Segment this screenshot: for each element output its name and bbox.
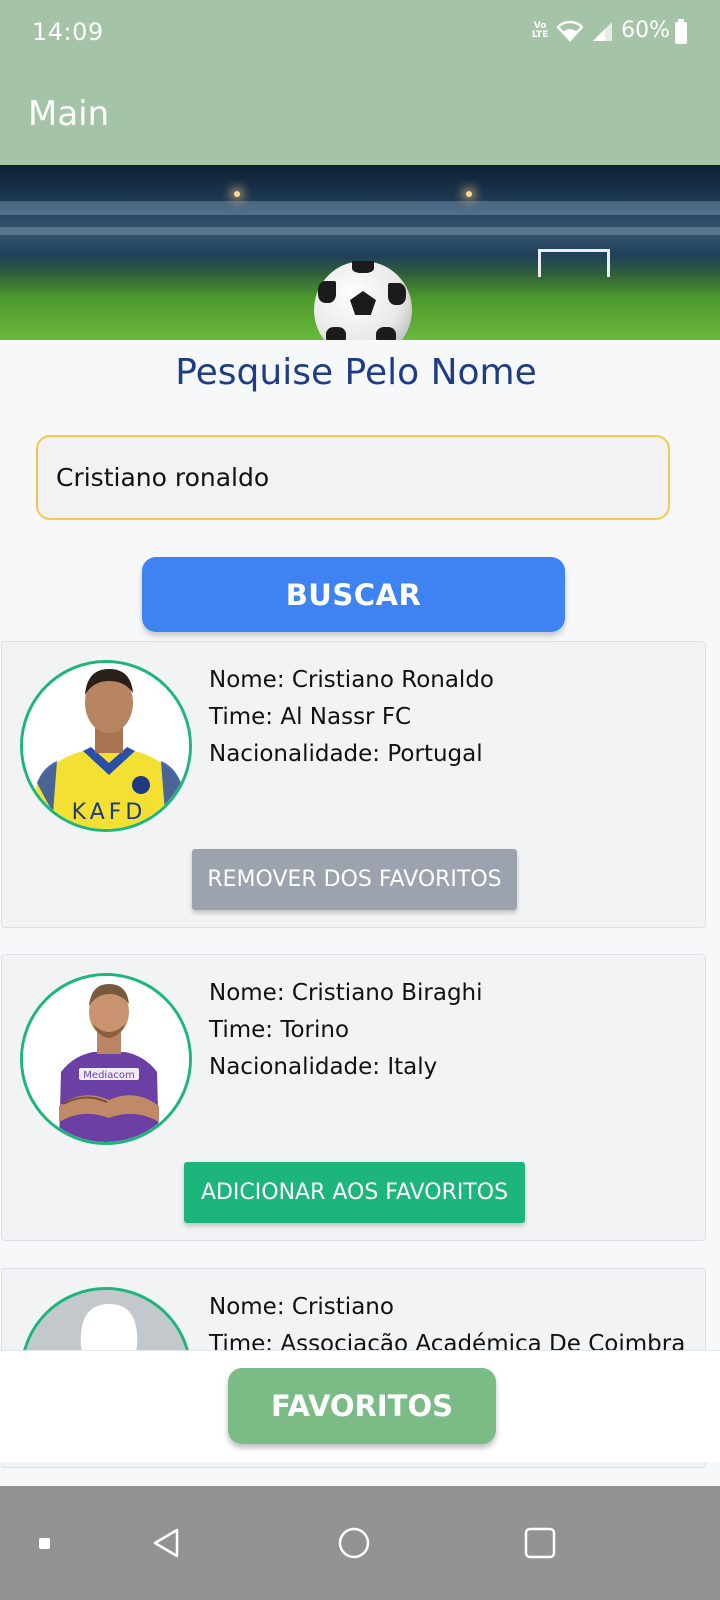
player-nationality: Nacionalidade: Portugal	[209, 741, 483, 767]
stadium-light	[234, 191, 240, 197]
player-name: Nome: Cristiano	[209, 1294, 394, 1320]
stadium-stands	[0, 201, 720, 215]
favorites-button[interactable]: FAVORITOS	[228, 1368, 496, 1444]
nav-overview-icon[interactable]	[512, 1486, 568, 1600]
remove-favorite-button[interactable]: REMOVER DOS FAVORITOS	[192, 849, 517, 910]
app-bar: Main	[0, 66, 720, 165]
battery-percent: 60%	[621, 18, 670, 43]
player-photo: KAFD	[20, 660, 192, 832]
signal-icon	[593, 21, 613, 41]
search-button[interactable]: BUSCAR	[142, 557, 565, 632]
app-title: Main	[28, 94, 110, 134]
player-info: Nome: Cristiano Biraghi Time: Torino Nac…	[209, 975, 483, 1086]
player-card: Mediacom Nome: Cristiano Biraghi Time: T…	[1, 954, 706, 1241]
add-favorite-button[interactable]: ADICIONAR AOS FAVORITOS	[184, 1162, 525, 1223]
player-name: Nome: Cristiano Ronaldo	[209, 667, 494, 693]
status-time: 14:09	[32, 18, 104, 46]
stadium-light	[466, 191, 472, 197]
stadium-banner-image	[0, 165, 720, 340]
volte-icon: Vo LTE	[531, 20, 549, 40]
system-nav-bar	[0, 1486, 720, 1600]
player-card: KAFD Nome: Cristiano Ronaldo Time: Al Na…	[1, 641, 706, 928]
status-bar: 14:09 Vo LTE 60%	[0, 0, 720, 66]
player-nationality: Nacionalidade: Italy	[209, 1054, 438, 1080]
status-icons: Vo LTE 60%	[531, 18, 670, 43]
stadium-stands-lower	[0, 227, 720, 235]
search-heading: Pesquise Pelo Nome	[175, 352, 537, 393]
player-team: Time: Torino	[209, 1017, 350, 1043]
battery-icon	[675, 19, 687, 44]
jersey-sponsor-text: Mediacom	[83, 1070, 134, 1081]
soccer-ball-icon	[314, 261, 412, 340]
nav-recents-dot-icon[interactable]	[24, 1486, 64, 1600]
player-info: Nome: Cristiano Ronaldo Time: Al Nassr F…	[209, 662, 494, 773]
player-team: Time: Al Nassr FC	[209, 704, 412, 730]
wifi-icon	[557, 20, 584, 42]
nav-back-icon[interactable]	[140, 1486, 192, 1600]
jersey-sponsor-text: KAFD	[72, 800, 147, 825]
search-input[interactable]: Cristiano ronaldo	[36, 435, 670, 520]
player-name: Nome: Cristiano Biraghi	[209, 980, 483, 1006]
player-photo: Mediacom	[20, 973, 192, 1145]
nav-home-icon[interactable]	[326, 1486, 382, 1600]
goal-post	[538, 249, 610, 277]
